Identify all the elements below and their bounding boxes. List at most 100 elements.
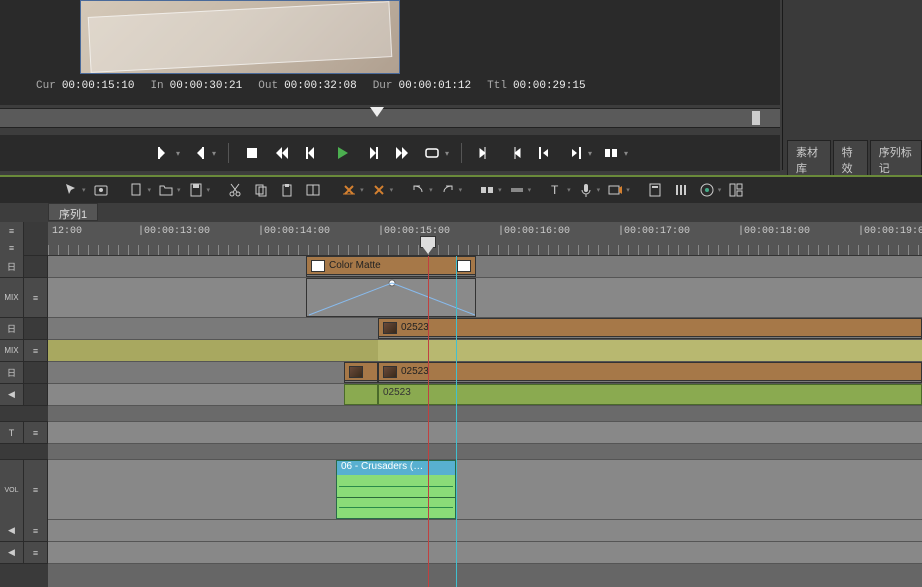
cursor-tool-button[interactable]: [60, 180, 82, 200]
link-button[interactable]: [506, 180, 528, 200]
open-button[interactable]: [155, 180, 177, 200]
mixer-button[interactable]: [670, 180, 692, 200]
tc-in-value[interactable]: 00:00:30:21: [170, 80, 243, 92]
vectorscope-button[interactable]: [696, 180, 718, 200]
delete-button[interactable]: [368, 180, 390, 200]
track-v3-mix[interactable]: MIX: [0, 278, 24, 317]
track-v2-toggle[interactable]: 日: [0, 318, 24, 339]
track-music[interactable]: 06 - Crusaders (…: [48, 460, 922, 520]
save-button[interactable]: [185, 180, 207, 200]
undo-button[interactable]: [407, 180, 429, 200]
fast-forward-button[interactable]: [391, 142, 413, 164]
track-v3-mix-lane[interactable]: [48, 278, 922, 318]
ruler-tick-label: |00:00:15:00: [378, 226, 450, 237]
ruler-settings-button[interactable]: ≡: [0, 222, 24, 239]
track-headers: ≡ ≡ 日 MIX ≡ 日 MIX ≡ 日 ◀: [0, 222, 48, 587]
track-v2[interactable]: 02523: [48, 318, 922, 340]
playhead-handle-icon[interactable]: [420, 236, 436, 252]
play-button[interactable]: [331, 142, 353, 164]
new-button[interactable]: [126, 180, 148, 200]
tracks-area[interactable]: Color Matte 02523: [48, 256, 922, 587]
jump-out-button[interactable]: [564, 142, 586, 164]
next-frame-button[interactable]: [361, 142, 383, 164]
track-v1-patch[interactable]: [24, 362, 48, 383]
capture-button[interactable]: [604, 180, 626, 200]
clip-v1-prev[interactable]: [344, 362, 378, 383]
copy-button[interactable]: [250, 180, 272, 200]
playhead[interactable]: [428, 256, 429, 587]
tab-effects[interactable]: 特效: [833, 140, 868, 180]
jump-prev-edit-button[interactable]: [474, 142, 496, 164]
clip-v1-02523[interactable]: 02523: [378, 362, 922, 383]
track-music-vol[interactable]: VOL: [0, 460, 24, 520]
clip-a1-prev[interactable]: [344, 384, 378, 405]
track-title[interactable]: [48, 422, 922, 444]
timeline-ruler[interactable]: 12:00|00:00:13:00|00:00:14:00|00:00:15:0…: [48, 222, 922, 256]
tc-cur-value[interactable]: 00:00:15:10: [62, 80, 135, 92]
preview-monitor[interactable]: [80, 0, 400, 74]
timecode-row: Cur00:00:15:10 In00:00:30:21 Out00:00:32…: [36, 80, 586, 92]
track-v1-toggle[interactable]: 日: [0, 362, 24, 383]
track-v2-patch[interactable]: [24, 318, 48, 339]
snapshot-button[interactable]: [90, 180, 112, 200]
track-v2-mix[interactable]: MIX: [0, 340, 24, 361]
clip-color-matte[interactable]: Color Matte: [306, 256, 476, 277]
scrubber-end-marker[interactable]: [752, 111, 760, 125]
edit-cursor[interactable]: [456, 256, 457, 587]
loop-button[interactable]: [421, 142, 443, 164]
scrubber-bar[interactable]: [0, 108, 780, 128]
tc-ttl-value[interactable]: 00:00:29:15: [513, 80, 586, 92]
scrubber-handle-icon[interactable]: [370, 107, 384, 123]
group-button[interactable]: [476, 180, 498, 200]
track-a3-settings[interactable]: ≡: [24, 542, 48, 563]
stop-button[interactable]: [241, 142, 263, 164]
mark-in-button[interactable]: [152, 142, 174, 164]
ruler-toggle-button[interactable]: ≡: [0, 239, 24, 256]
prev-frame-button[interactable]: [301, 142, 323, 164]
track-title-toggle[interactable]: T: [0, 422, 24, 443]
paste-insert-button[interactable]: [302, 180, 324, 200]
tab-markers[interactable]: 序列标记: [870, 140, 922, 180]
sequence-tab-1[interactable]: 序列1: [48, 203, 98, 221]
track-v2-mix-lane[interactable]: [48, 340, 922, 362]
track-a3[interactable]: [48, 542, 922, 564]
track-music-settings[interactable]: ≡: [24, 460, 48, 520]
rewind-button[interactable]: [271, 142, 293, 164]
clip-a1-02523[interactable]: 02523: [378, 384, 922, 405]
track-a3-mute[interactable]: ◀: [0, 542, 24, 563]
ripple-delete-button[interactable]: [338, 180, 360, 200]
display-mode-button[interactable]: [600, 142, 622, 164]
cut-button[interactable]: [224, 180, 246, 200]
track-v2-settings[interactable]: ≡: [24, 340, 48, 361]
clip-v2-02523[interactable]: 02523: [378, 318, 922, 339]
track-a1-mute[interactable]: ◀: [0, 384, 24, 405]
track-title-settings[interactable]: ≡: [24, 422, 48, 443]
paste-button[interactable]: [276, 180, 298, 200]
mark-out-button[interactable]: [188, 142, 210, 164]
clip-music-crusaders[interactable]: 06 - Crusaders (…: [336, 460, 456, 519]
title-button[interactable]: T: [545, 180, 567, 200]
track-v3-patch[interactable]: [24, 256, 48, 277]
track-v3-toggle[interactable]: 日: [0, 256, 24, 277]
jump-next-edit-button[interactable]: [504, 142, 526, 164]
layout-button[interactable]: [725, 180, 747, 200]
calculator-button[interactable]: [644, 180, 666, 200]
tc-dur-value[interactable]: 00:00:01:12: [399, 80, 472, 92]
clip-v2-mix[interactable]: [378, 340, 922, 361]
track-v3[interactable]: Color Matte: [48, 256, 922, 278]
timeline-panel: ≡ ≡ 日 MIX ≡ 日 MIX ≡ 日 ◀: [0, 222, 922, 587]
track-a2-settings[interactable]: ≡: [24, 520, 48, 541]
tc-dur-label: Dur: [373, 80, 393, 92]
track-a2[interactable]: [48, 520, 922, 542]
track-a1[interactable]: 02523: [48, 384, 922, 406]
tab-library[interactable]: 素材库: [787, 140, 831, 180]
track-a2-mute[interactable]: ◀: [0, 520, 24, 541]
redo-button[interactable]: [437, 180, 459, 200]
jump-in-button[interactable]: [534, 142, 556, 164]
track-v1[interactable]: 02523: [48, 362, 922, 384]
tc-out-value[interactable]: 00:00:32:08: [284, 80, 357, 92]
track-v3-settings[interactable]: ≡: [24, 278, 48, 317]
track-a1-patch[interactable]: [24, 384, 48, 405]
clip-color-matte-mix[interactable]: [306, 278, 476, 317]
voiceover-button[interactable]: [575, 180, 597, 200]
